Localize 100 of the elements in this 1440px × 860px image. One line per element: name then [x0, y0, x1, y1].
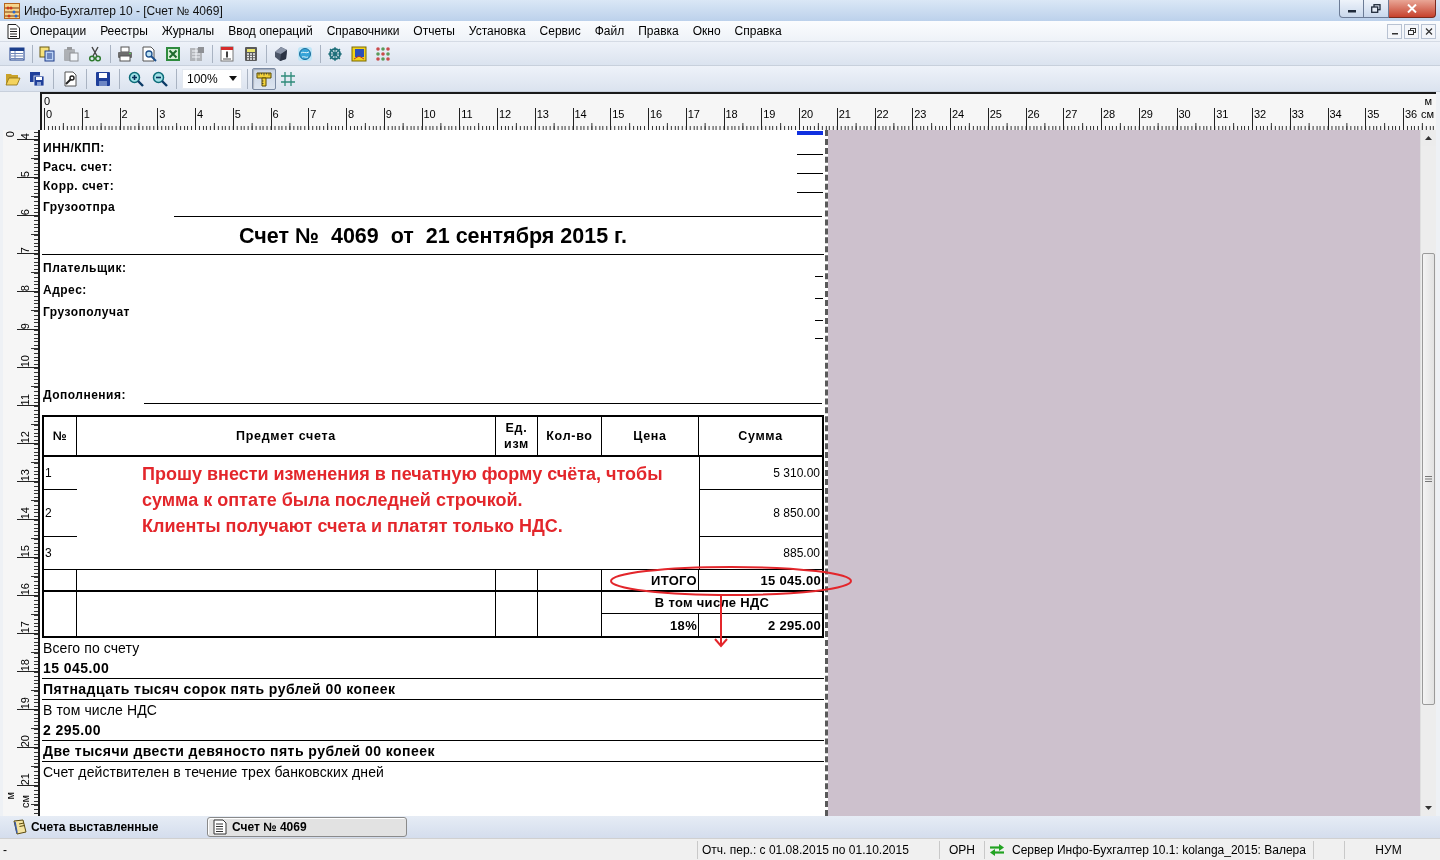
- ruler-number: 15: [612, 108, 625, 120]
- table-cell: 15 045.00: [699, 570, 822, 592]
- close-icon: [1407, 4, 1417, 13]
- cube-icon: [273, 45, 289, 62]
- ruler-number: 21: [838, 108, 851, 120]
- ruler-number: 35: [1367, 108, 1380, 120]
- field-label: Корр. счет:: [43, 178, 115, 193]
- ruler-number: 12: [19, 430, 31, 443]
- ruler-number: 5: [19, 170, 31, 177]
- spreadsheet-icon: [165, 45, 181, 62]
- clipboard-icon: [63, 45, 79, 62]
- ruler-number: 1: [83, 108, 90, 120]
- ruler-number: 7: [310, 108, 317, 120]
- ruler-toggle-button[interactable]: [252, 67, 276, 90]
- ruler-unit: м: [4, 792, 16, 800]
- ruler-number: 19: [763, 108, 776, 120]
- zoom-select[interactable]: 100%: [182, 68, 242, 89]
- scissors-icon: [87, 45, 103, 62]
- ruler-number: 8: [19, 284, 31, 291]
- menu-item[interactable]: Реестры: [93, 21, 155, 41]
- summary-text: Две тысячи двести девяносто пять рублей 00 копеек: [43, 743, 435, 759]
- field-label: Дополнения:: [43, 387, 127, 402]
- scrollbar-thumb[interactable]: [1422, 253, 1435, 705]
- menu-item[interactable]: Файл: [587, 21, 632, 41]
- document-icon[interactable]: [7, 23, 20, 39]
- down-triangle-icon: [1425, 806, 1432, 810]
- empty-cell: [496, 570, 538, 592]
- abacus-icon: [4, 2, 20, 19]
- ruler-number: 9: [385, 108, 392, 120]
- invoice-title: Счет № 4069 от 21 сентября 2015 г.: [239, 223, 627, 249]
- menu-item[interactable]: Правка: [631, 21, 686, 41]
- status-text: -: [3, 842, 7, 857]
- menu-item[interactable]: Справочники: [319, 21, 407, 41]
- document-tab[interactable]: Счета выставленные: [6, 817, 206, 837]
- ruler-number: 10: [19, 354, 31, 367]
- selection-mark: [797, 131, 823, 135]
- ruler-number: 18: [19, 658, 31, 671]
- empty-cell: [538, 570, 602, 592]
- table-icon: [9, 45, 25, 62]
- caret-icon: [229, 76, 237, 81]
- ruler-number: 11: [461, 108, 473, 120]
- ruler-number: 16: [19, 582, 31, 595]
- menu-item[interactable]: Отчеты: [406, 21, 462, 41]
- ruler-number: 16: [650, 108, 663, 120]
- framed-picture-icon: [351, 45, 367, 62]
- ruler-number: 4: [19, 132, 31, 139]
- window-title: Инфо-Бухгалтер 10 - [Счет № 4069]: [24, 3, 223, 18]
- column-header: №: [44, 417, 77, 457]
- document-restore-button[interactable]: [1404, 23, 1419, 39]
- ruler-number: 22: [876, 108, 889, 120]
- status-text: Сервер Инфо-Бухгалтер 10.1: kolanga_2015: Валера: [1012, 842, 1306, 857]
- floppy-disks-icon: [29, 70, 45, 87]
- ruler-number: 31: [1216, 108, 1229, 120]
- menu-item[interactable]: Установка: [461, 21, 533, 41]
- field-label: Плательщик:: [43, 261, 127, 275]
- ruler-number: 4: [197, 108, 204, 120]
- close-button[interactable]: [1389, 0, 1436, 18]
- ruler-number: 12: [499, 108, 512, 120]
- wheel-icon: [327, 45, 343, 62]
- restore-icon: [1371, 4, 1381, 13]
- calendar-icon: [219, 45, 235, 62]
- ruler-number: 11: [19, 393, 31, 405]
- minimize-button[interactable]: [1339, 0, 1364, 18]
- ruler-number: 32: [1254, 108, 1267, 120]
- menu-item[interactable]: Операции: [23, 21, 94, 41]
- field-label: Адрес:: [43, 283, 87, 297]
- restore-button[interactable]: [1364, 0, 1389, 18]
- document-tool-icon: [62, 70, 78, 87]
- ruler-number: 30: [1178, 108, 1191, 120]
- printer-icon: [117, 45, 133, 62]
- ruler-number: 5: [234, 108, 241, 120]
- summary-text: В том числе НДС: [43, 702, 157, 718]
- document-tab[interactable]: Счет № 4069: [207, 817, 407, 837]
- globe-icon: [297, 45, 313, 62]
- document-close-button[interactable]: [1421, 23, 1436, 39]
- ruler-number: 20: [801, 108, 814, 120]
- menu-item[interactable]: Окно: [685, 21, 728, 41]
- menu-item[interactable]: Сервис: [532, 21, 588, 41]
- ruler-number: 9: [19, 322, 31, 329]
- ruler-number: 19: [19, 696, 31, 709]
- zoom-out-icon: [152, 70, 168, 87]
- menu-item[interactable]: Справка: [727, 21, 789, 41]
- vertical-scrollbar[interactable]: [1420, 130, 1436, 816]
- ruler-number: 17: [19, 620, 31, 633]
- close-icon: [1424, 27, 1433, 35]
- ruler-number: 7: [19, 246, 31, 253]
- field-label: Грузополучат: [43, 305, 130, 319]
- ruler-number: 2: [121, 108, 128, 120]
- ruler-number: 27: [1065, 108, 1078, 120]
- grid-document-icon: [189, 45, 205, 62]
- calculator-icon: [243, 45, 259, 62]
- ruler-number: 13: [19, 468, 31, 481]
- ruler-number: 34: [1329, 108, 1342, 120]
- ruler-number: 26: [1027, 108, 1040, 120]
- menu-item[interactable]: Ввод операций: [221, 21, 320, 41]
- ruler-number: 8: [348, 108, 355, 120]
- ruler-number: 28: [1103, 108, 1116, 120]
- document-minimize-button[interactable]: [1387, 23, 1402, 39]
- summary-text: Всего по счету: [43, 640, 140, 656]
- menu-item[interactable]: Журналы: [154, 21, 222, 41]
